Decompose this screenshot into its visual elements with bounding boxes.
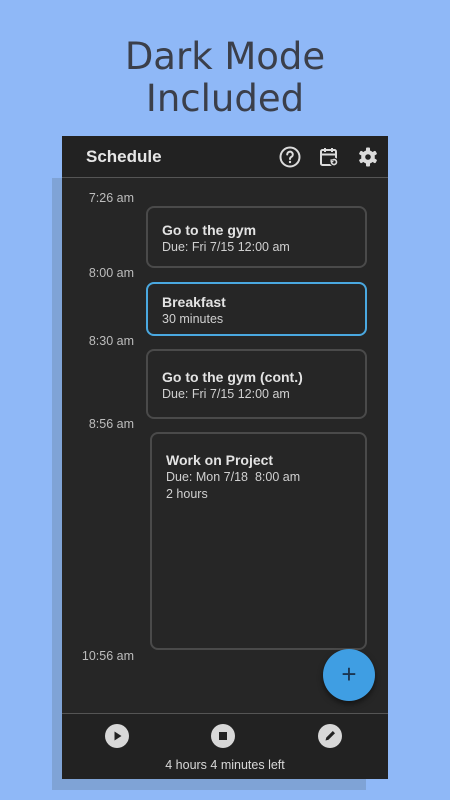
event-due: Due: Mon 7/18 8:00 am (166, 470, 301, 484)
stop-icon[interactable] (211, 724, 235, 748)
help-circle-icon[interactable] (278, 145, 302, 169)
plus-icon: + (341, 659, 357, 689)
app-bar: Schedule (62, 136, 388, 178)
time-label: 10:56 am (81, 649, 134, 663)
event-due: Due: Fri 7/15 12:00 am (162, 240, 290, 254)
event-title: Go to the gym (162, 222, 257, 238)
event-card-gym-cont[interactable]: Go to the gym (cont.) Due: Fri 7/15 12:0… (146, 349, 367, 419)
play-icon[interactable] (105, 724, 129, 748)
event-title: Breakfast (162, 294, 226, 310)
add-task-button[interactable]: + (323, 649, 375, 701)
time-label: 8:56 am (88, 417, 134, 431)
event-duration: 2 hours (166, 487, 208, 501)
event-card-gym[interactable]: Go to the gym Due: Fri 7/15 12:00 am (146, 206, 367, 268)
calendar-sync-icon[interactable] (317, 145, 341, 169)
time-label: 7:26 am (88, 191, 134, 205)
event-duration: 30 minutes (162, 312, 224, 326)
pencil-icon[interactable] (318, 724, 342, 748)
gear-icon[interactable] (356, 145, 380, 169)
event-card-breakfast[interactable]: Breakfast 30 minutes (146, 282, 367, 336)
promo-line-2: Included (145, 77, 305, 120)
event-title: Go to the gym (cont.) (162, 369, 303, 385)
event-card-project[interactable]: Work on Project Due: Mon 7/18 8:00 am 2 … (150, 432, 367, 650)
time-label: 8:30 am (88, 334, 134, 348)
time-label: 8:00 am (88, 266, 134, 280)
app-screen: Schedule 7:26 am 8:00 am 8:30 am 8:56 am… (62, 136, 388, 779)
bottom-bar: 4 hours 4 minutes left (62, 713, 388, 779)
time-remaining: 4 hours 4 minutes left (165, 758, 285, 772)
promo-headline: Dark Mode Included (0, 36, 450, 120)
event-title: Work on Project (166, 452, 274, 468)
event-due: Due: Fri 7/15 12:00 am (162, 387, 290, 401)
promo-line-1: Dark Mode (124, 35, 326, 78)
app-title: Schedule (86, 147, 162, 166)
